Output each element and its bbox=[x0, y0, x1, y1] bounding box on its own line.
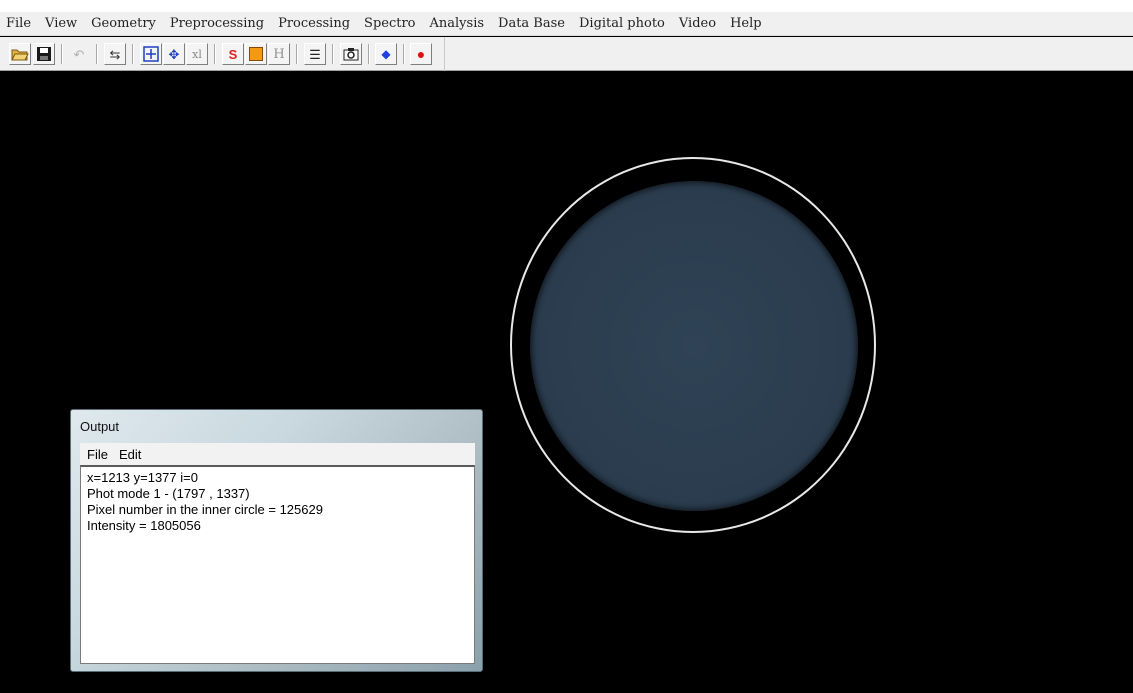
red-s-icon[interactable]: S bbox=[222, 43, 244, 65]
h-icon[interactable]: H bbox=[268, 43, 290, 65]
zoom-fit-icon[interactable] bbox=[140, 43, 162, 65]
output-text-area[interactable]: x=1213 y=1377 i=0 Phot mode 1 - (1797 , … bbox=[80, 465, 475, 664]
list-icon[interactable]: ☰ bbox=[304, 43, 326, 65]
orange-square-icon[interactable] bbox=[245, 43, 267, 65]
menu-view[interactable]: View bbox=[43, 16, 85, 31]
title-strip bbox=[0, 0, 1133, 12]
red-point-icon[interactable]: ● bbox=[410, 43, 432, 65]
output-line: Phot mode 1 - (1797 , 1337) bbox=[87, 486, 250, 501]
output-window-title: Output bbox=[80, 419, 120, 434]
menu-help[interactable]: Help bbox=[728, 16, 770, 31]
menu-preprocessing[interactable]: Preprocessing bbox=[168, 16, 272, 31]
menu-digital-photo[interactable]: Digital photo bbox=[577, 16, 673, 31]
camera-icon[interactable] bbox=[340, 43, 362, 65]
menu-spectro[interactable]: Spectro bbox=[362, 16, 423, 31]
menu-video[interactable]: Video bbox=[677, 16, 724, 31]
blue-point-icon[interactable]: ◆ bbox=[375, 43, 397, 65]
output-line: Intensity = 1805056 bbox=[87, 518, 201, 533]
output-menu-edit[interactable]: Edit bbox=[119, 447, 141, 462]
menu-data-base[interactable]: Data Base bbox=[496, 16, 573, 31]
toolbar: ↶ ⇆ ✥ xl S H ☰ ◆ ● bbox=[0, 37, 1133, 71]
menu-file[interactable]: File bbox=[4, 16, 39, 31]
toolbar-button-group: ↶ ⇆ ✥ xl S H ☰ ◆ ● bbox=[0, 37, 445, 71]
xl-icon[interactable]: xl bbox=[186, 43, 208, 65]
undo-icon[interactable]: ↶ bbox=[68, 43, 90, 65]
output-window: Output File Edit x=1213 y=1377 i=0 Phot … bbox=[70, 409, 483, 672]
sample-disc bbox=[530, 181, 858, 511]
menu-geometry[interactable]: Geometry bbox=[89, 16, 164, 31]
output-menu-bar: File Edit bbox=[80, 443, 475, 465]
move-icon[interactable]: ✥ bbox=[163, 43, 185, 65]
output-line: x=1213 y=1377 i=0 bbox=[87, 470, 198, 485]
menu-processing[interactable]: Processing bbox=[276, 16, 358, 31]
adjust-icon[interactable]: ⇆ bbox=[104, 43, 126, 65]
menu-analysis[interactable]: Analysis bbox=[428, 16, 493, 31]
output-menu-file[interactable]: File bbox=[87, 447, 108, 462]
output-line: Pixel number in the inner circle = 12562… bbox=[87, 502, 323, 517]
save-icon[interactable] bbox=[33, 43, 55, 65]
open-folder-icon[interactable] bbox=[9, 43, 31, 65]
menu-bar: File View Geometry Preprocessing Process… bbox=[0, 12, 1133, 36]
